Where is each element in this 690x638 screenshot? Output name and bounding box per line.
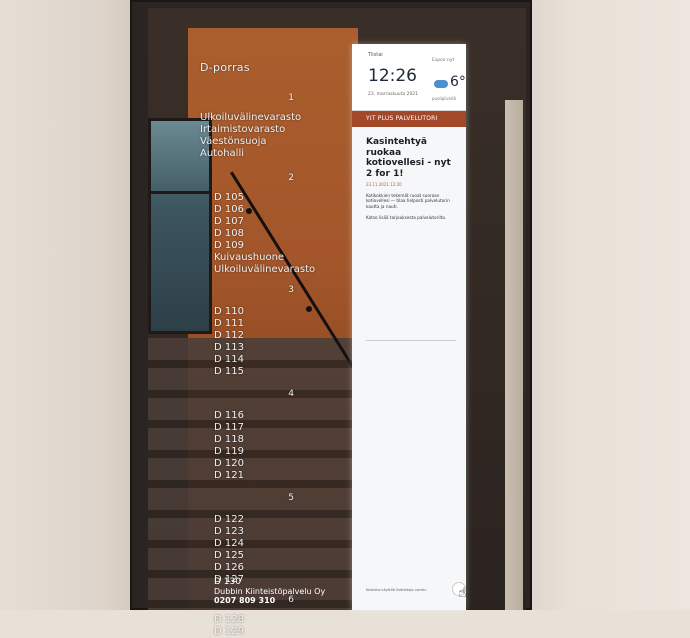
weather-location: Espoo nyt xyxy=(432,58,455,63)
news-text: Katso lisää tarjouksesta palvelutorilta. xyxy=(366,215,447,221)
clock-time: 12:26 xyxy=(368,66,417,86)
room-label: D 118 xyxy=(214,434,244,445)
room-label: D 120 xyxy=(214,458,244,469)
info-screen[interactable]: Tiistai 12:26 23. marraskuuta 2021 Espoo… xyxy=(352,44,466,610)
room-label: D 110 xyxy=(214,306,244,317)
floor-number: 4 xyxy=(288,389,294,399)
news-text: Kotikokkien tekemät ruoat suoraan kotiov… xyxy=(366,193,450,209)
screen-header: Tiistai 12:26 23. marraskuuta 2021 Espoo… xyxy=(352,44,466,111)
banner[interactable]: YIT PLUS PALVELUTORI xyxy=(352,111,466,127)
room-label: D 124 xyxy=(214,538,244,549)
room-label: D 117 xyxy=(214,422,244,433)
room-label: D 111 xyxy=(214,318,244,329)
divider xyxy=(366,340,456,341)
room-label: D 128 xyxy=(214,614,244,625)
room-label: D 121 xyxy=(214,470,244,481)
room-label: D 115 xyxy=(214,366,244,377)
floor-number: 5 xyxy=(288,493,294,503)
room-label: D 107 xyxy=(214,216,244,227)
wall-left xyxy=(0,0,150,610)
building-directory: D-porras 1 Ulkoiluvälinevarasto Irtaimis… xyxy=(200,62,320,638)
date: 23. marraskuuta 2021 xyxy=(368,92,419,97)
floor-number: 1 xyxy=(288,93,294,103)
room-label: D 108 xyxy=(214,228,244,239)
room-label: D 123 xyxy=(214,526,244,537)
room-label: D 125 xyxy=(214,550,244,561)
room-label: Irtaimistovarasto xyxy=(200,124,286,135)
news-title[interactable]: Kasintehtyä ruokaa kotiovellesi - nyt 2 … xyxy=(366,137,456,179)
room-label: D 130 xyxy=(214,577,241,587)
weekday: Tiistai xyxy=(368,52,383,58)
room-label: D 119 xyxy=(214,446,244,457)
wall-right xyxy=(520,0,690,610)
weather-description: puolipilvistä xyxy=(432,96,457,101)
room-label: D 109 xyxy=(214,240,244,251)
temperature: 6° xyxy=(450,74,466,90)
news-item[interactable]: Kasintehtyä ruokaa kotiovellesi - nyt 2 … xyxy=(352,127,466,221)
news-date: 23.11.2021 12:20 xyxy=(366,182,402,187)
room-label: Ulkoiluvälinevarasto xyxy=(214,264,316,275)
room-label: D 126 xyxy=(214,562,244,573)
room-label: D 105 xyxy=(214,192,244,203)
room-label: D 122 xyxy=(214,514,244,525)
company-phone: 0207 809 310 xyxy=(214,596,276,605)
door-frame xyxy=(505,100,523,610)
room-label: Kuivaushuone xyxy=(214,252,285,263)
cloud-icon xyxy=(434,80,448,88)
room-label: Autohalli xyxy=(200,148,245,159)
hand-pointer-icon[interactable]: ☝ xyxy=(458,584,466,602)
room-label: D 113 xyxy=(214,342,244,353)
room-label: D 114 xyxy=(214,354,244,365)
maintenance-company: D 130 Dubbin Kiinteistöpalvelu Oy 0207 8… xyxy=(214,577,326,606)
room-label: D 112 xyxy=(214,330,244,341)
room-label: Ulkoiluvälinevarasto xyxy=(200,112,302,123)
footer-text: Kosketa näyttöä lisätietoja varten xyxy=(366,588,427,592)
company-name: Dubbin Kiinteistöpalvelu Oy xyxy=(214,587,326,596)
room-label: D 129 xyxy=(214,626,244,637)
room-label: D 106 xyxy=(214,204,244,215)
directory-title: D-porras xyxy=(200,61,250,74)
room-label: D 116 xyxy=(214,410,244,421)
floor-number: 3 xyxy=(288,285,294,295)
room-label: Väestönsuoja xyxy=(200,136,267,147)
floor-number: 2 xyxy=(288,173,294,183)
